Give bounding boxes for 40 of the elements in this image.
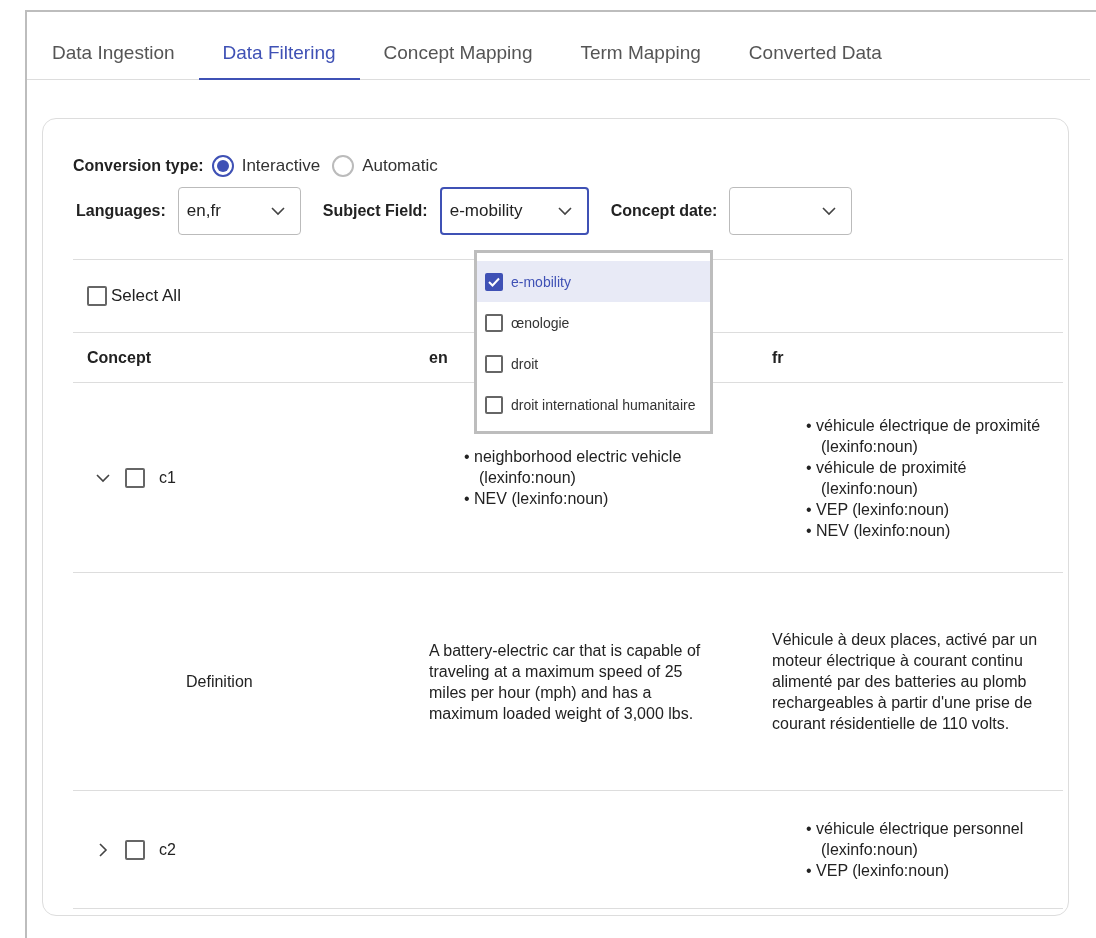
checkbox[interactable] xyxy=(485,354,503,373)
term-item: • véhicule de proximité (lexinfo:noun) xyxy=(806,457,968,499)
column-header: Concept xyxy=(87,348,151,367)
checkbox[interactable] xyxy=(125,839,145,860)
checkbox[interactable] xyxy=(125,467,145,488)
tab[interactable]: Data Ingestion xyxy=(28,30,199,80)
radio-label: Automatic xyxy=(362,156,438,176)
column-header: fr xyxy=(772,348,784,367)
filter-label: Subject Field: xyxy=(322,202,428,220)
column-header: en xyxy=(429,348,448,367)
radio-button[interactable] xyxy=(332,155,355,177)
tab[interactable]: Term Mapping xyxy=(556,30,725,80)
checkbox[interactable] xyxy=(485,313,503,332)
term-item: • NEV (lexinfo:noun) xyxy=(464,489,610,509)
checkbox[interactable] xyxy=(485,395,503,414)
concept-id: c2 xyxy=(159,840,176,859)
term-item: • véhicule électrique de proximité (lexinfo:noun) xyxy=(806,415,1042,457)
term-item: • véhicule électrique personnel (lexinfo:noun) xyxy=(806,819,1025,860)
tab[interactable]: Data Filtering xyxy=(198,30,360,80)
checkbox[interactable] xyxy=(485,272,503,291)
definition-text: Véhicule à deux places, activé par un moteur électrique à courant continu alimenté par des batteries au plomb rechargeables à partir d'une prise de courant résidentielle de 110 volts. xyxy=(771,630,1039,734)
tab[interactable]: Concept Mapping xyxy=(359,30,557,80)
term-item: • neighborhood electric vehicle (lexinfo:noun) xyxy=(464,447,683,488)
conversion-type-label: Conversion type: xyxy=(73,157,204,175)
term-item: • VEP (lexinfo:noun) xyxy=(806,499,951,520)
filter-label: Languages: xyxy=(76,202,166,220)
definition-text: A battery-electric car that is capable of traveling at a maximum speed of 25 miles per hour (mph) and has a maximum loaded weight of 3,000 lbs. xyxy=(428,640,702,724)
term-item: • NEV (lexinfo:noun) xyxy=(806,520,952,541)
concept-id: c1 xyxy=(159,468,176,487)
dropdown-select[interactable]: e-mobility xyxy=(439,187,589,235)
menu-item[interactable]: e-mobility xyxy=(477,261,710,302)
radio-label: Interactive xyxy=(241,156,321,176)
term-item: • VEP (lexinfo:noun) xyxy=(806,861,951,881)
checkbox[interactable] xyxy=(87,286,107,306)
dropdown-select[interactable]: en,fr xyxy=(177,187,301,235)
definition-label: Definition xyxy=(185,672,254,692)
tab[interactable]: Converted Data xyxy=(724,30,906,80)
radio-button[interactable] xyxy=(211,155,234,177)
select-all-label: Select All xyxy=(111,286,181,306)
filter-label: Concept date: xyxy=(610,202,718,220)
